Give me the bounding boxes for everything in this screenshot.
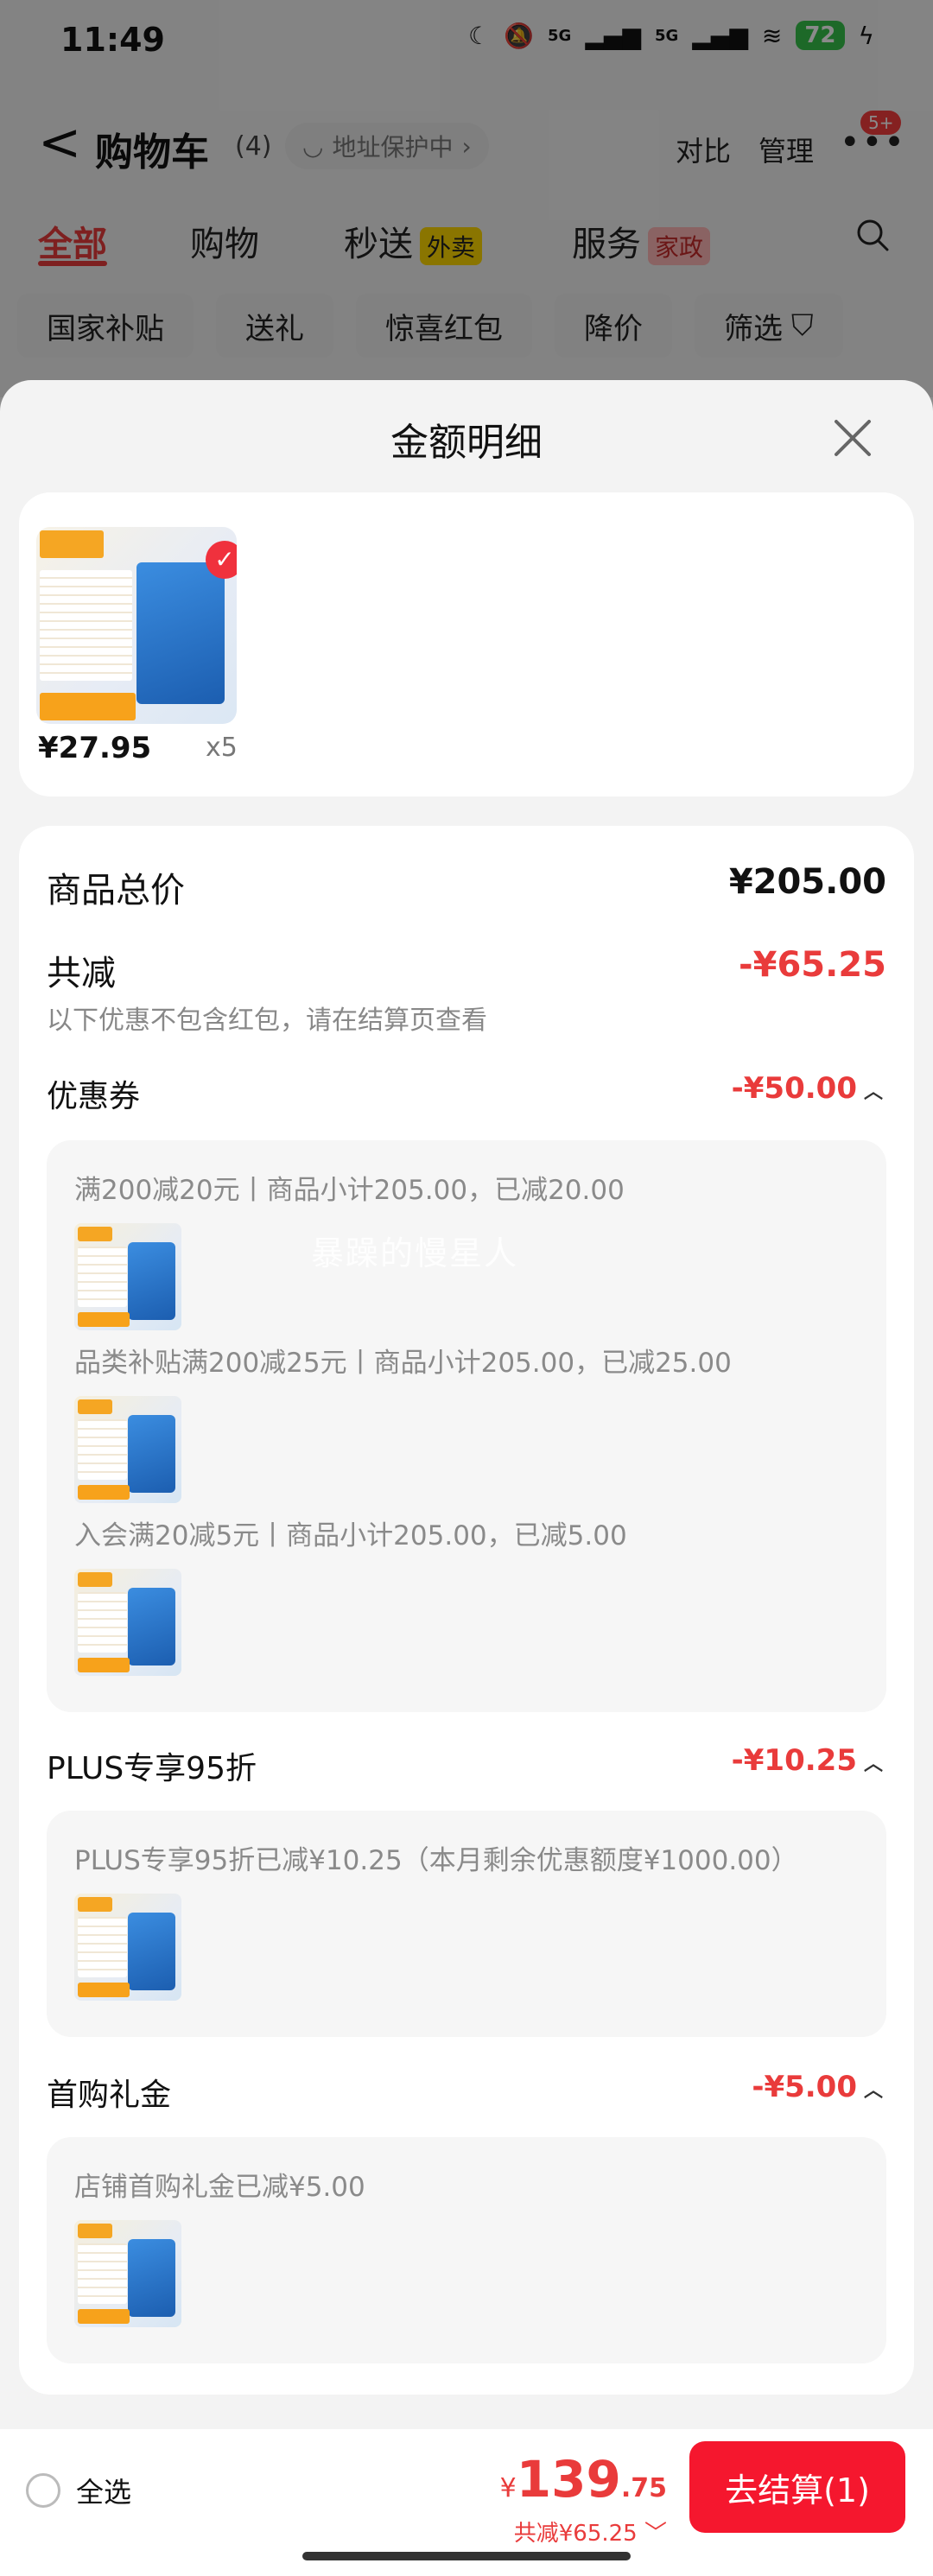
coupon-line-1-thumbnail <box>74 1223 181 1330</box>
coupon-line-1: 满200减20元丨商品小计205.00，已减20.00 <box>74 1175 625 1206</box>
chevron-up-icon: ︿ <box>863 1081 883 1103</box>
price-detail-card: 商品总价 ¥205.00 共减 -¥65.25 以下优惠不包含红包，请在结算页查… <box>19 826 914 2395</box>
thumb-tag <box>78 1572 112 1588</box>
select-all-radio[interactable] <box>26 2473 60 2508</box>
product-image-tag <box>40 530 105 558</box>
thumb-grid <box>78 1917 128 1977</box>
discount-summary-label: 共减¥65.25 <box>513 2521 638 2547</box>
close-icon[interactable] <box>829 415 876 461</box>
product-image[interactable]: ✓ <box>36 527 237 724</box>
total-integer: 139 <box>516 2450 621 2509</box>
first-purchase-gift-box: 店铺首购礼金已减¥5.00 <box>47 2137 886 2363</box>
thumb-pack <box>128 1913 175 1990</box>
discount-summary[interactable]: 共减¥65.25 ﹀ <box>514 2516 667 2547</box>
select-all-toggle[interactable]: 全选 <box>26 2471 131 2510</box>
home-indicator <box>302 2552 631 2560</box>
thumb-pack <box>128 1588 175 1666</box>
thumb-grid <box>78 1247 128 1307</box>
coupon-reduction-value: -¥50.00 <box>731 1071 857 1106</box>
thumb-grid <box>78 2243 128 2304</box>
first-purchase-gift-toggle[interactable]: -¥5.00 ︿ <box>752 2070 883 2104</box>
plus-section-toggle[interactable]: -¥10.25 ︿ <box>732 1743 883 1778</box>
coupon-line-3: 入会满20减5元丨商品小计205.00，已减5.00 <box>74 1520 627 1551</box>
thumb-tag <box>78 2224 112 2239</box>
plus-line: PLUS专享95折已减¥10.25（本月剩余优惠额度¥1000.00） <box>74 1845 798 1876</box>
coupon-section-toggle[interactable]: -¥50.00 ︿ <box>732 1071 883 1106</box>
plus-detail-box: PLUS专享95折已减¥10.25（本月剩余优惠额度¥1000.00） <box>47 1811 886 2037</box>
first-purchase-gift-thumbnail <box>74 2220 181 2327</box>
thumb-pack <box>128 1242 175 1320</box>
thumb-price <box>78 2308 130 2324</box>
total-price-label: 商品总价 <box>47 871 185 910</box>
total-amount: ¥139.75 <box>500 2450 667 2509</box>
select-all-label: 全选 <box>76 2476 132 2509</box>
plus-reduction-value: -¥10.25 <box>731 1743 857 1778</box>
first-purchase-gift-line: 店铺首购礼金已减¥5.00 <box>74 2172 365 2203</box>
total-price-value: ¥205.00 <box>728 862 886 902</box>
product-image-grid <box>40 570 132 681</box>
chevron-down-icon: ﹀ <box>644 2521 667 2547</box>
chevron-up-icon: ︿ <box>863 1753 883 1775</box>
total-decimal: .75 <box>620 2473 667 2503</box>
thumb-grid <box>78 1592 128 1653</box>
product-quantity: x5 <box>206 733 238 763</box>
modal-backdrop[interactable] <box>0 0 933 397</box>
thumb-pack <box>128 1415 175 1493</box>
thumb-grid <box>78 1419 128 1480</box>
selected-check-icon: ✓ <box>206 541 237 579</box>
first-purchase-gift-label: 首购礼金 <box>47 2078 172 2113</box>
amount-detail-sheet: 金额明细 ✓ ¥27.95 x5 商品总价 ¥205.00 共减 -¥65.25… <box>0 380 933 2445</box>
coupon-section-label: 优惠券 <box>47 1079 141 1114</box>
first-purchase-gift-value: -¥5.00 <box>752 2070 857 2104</box>
currency-symbol: ¥ <box>499 2473 517 2503</box>
thumb-price <box>78 1982 130 1997</box>
coupon-line-2-thumbnail <box>74 1396 181 1503</box>
coupon-line-3-thumbnail <box>74 1569 181 1676</box>
chevron-up-icon: ︿ <box>863 2079 883 2102</box>
thumb-tag <box>78 1227 112 1242</box>
thumb-price <box>78 1311 130 1327</box>
checkout-button[interactable]: 去结算(1) <box>689 2441 905 2533</box>
thumb-price <box>78 1484 130 1500</box>
product-image-pack <box>136 562 225 705</box>
product-card: ✓ ¥27.95 x5 <box>19 492 914 796</box>
coupon-line-2: 品类补贴满200减25元丨商品小计205.00，已减25.00 <box>74 1348 732 1379</box>
thumb-tag <box>78 1897 112 1913</box>
thumb-tag <box>78 1399 112 1415</box>
product-image-price-strip <box>40 693 136 720</box>
plus-section-label: PLUS专享95折 <box>47 1751 257 1786</box>
total-reduction-value: -¥65.25 <box>739 945 886 985</box>
sheet-title: 金额明细 <box>390 421 543 465</box>
thumb-pack <box>128 2239 175 2317</box>
total-reduction-label: 共减 <box>47 954 116 993</box>
user-watermark: 暴躁的慢星人 <box>311 1234 519 1272</box>
thumb-price <box>78 1657 130 1672</box>
reduction-note: 以下优惠不包含红包，请在结算页查看 <box>47 1006 487 1036</box>
product-price: ¥27.95 <box>38 731 152 765</box>
plus-line-thumbnail <box>74 1894 181 2001</box>
